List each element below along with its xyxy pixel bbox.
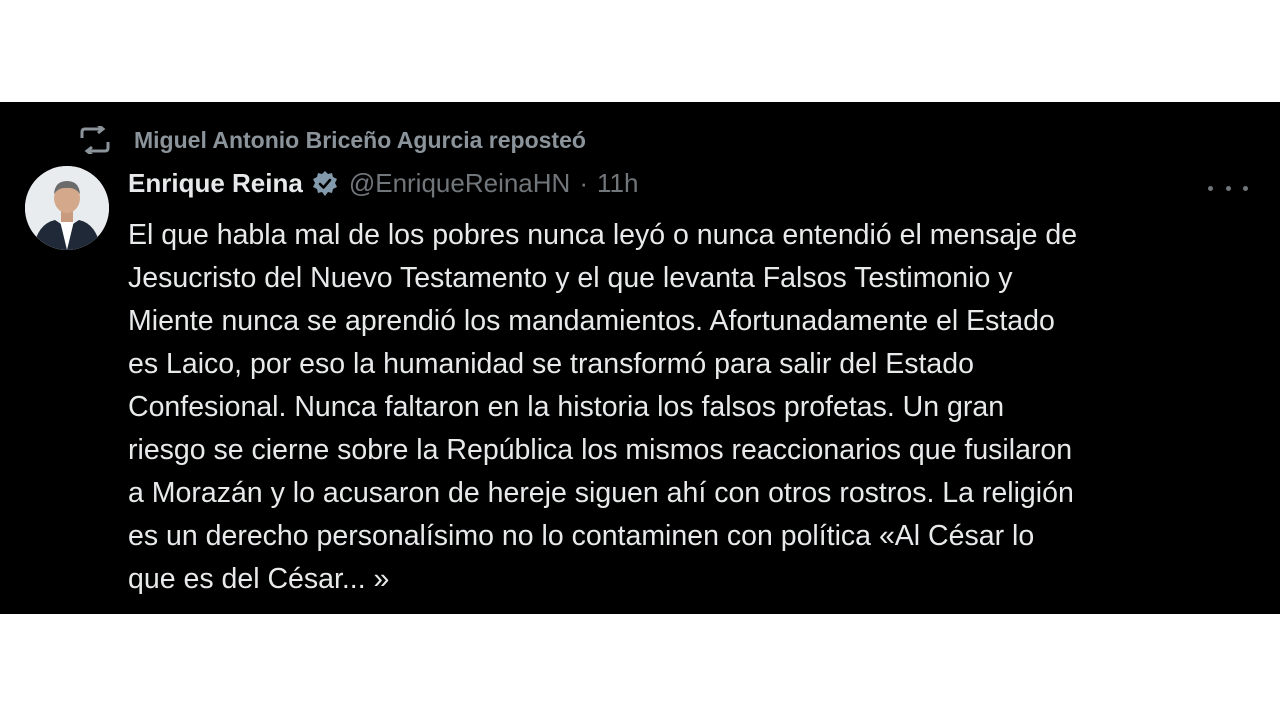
separator-dot: ·	[579, 168, 588, 198]
author-handle[interactable]: @EnriqueReinaHN	[349, 168, 571, 199]
tweet-header: Enrique Reina @EnriqueReinaHN · 11h	[128, 168, 638, 199]
more-options-icon[interactable]	[1208, 178, 1248, 198]
repost-context[interactable]: Miguel Antonio Briceño Agurcia reposteó	[78, 123, 586, 157]
avatar[interactable]	[25, 166, 109, 250]
display-name[interactable]: Enrique Reina	[128, 168, 303, 199]
more-dot	[1225, 185, 1231, 191]
more-dot	[1208, 185, 1213, 191]
tweet-card[interactable]: Miguel Antonio Briceño Agurcia reposteó …	[0, 102, 1280, 614]
timestamp[interactable]: 11h	[597, 168, 638, 199]
verified-badge-icon	[311, 170, 339, 198]
repost-text: Miguel Antonio Briceño Agurcia reposteó	[134, 126, 586, 153]
repost-icon	[78, 123, 112, 157]
more-dot	[1243, 185, 1248, 191]
tweet-text: El que habla mal de los pobres nunca ley…	[128, 219, 1078, 595]
